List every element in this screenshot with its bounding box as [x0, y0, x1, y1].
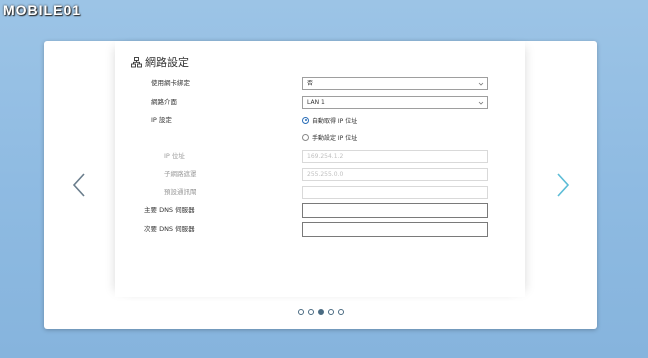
page-dot-2[interactable]: [308, 309, 314, 315]
ip-setting-label: IP 設定: [151, 116, 172, 124]
gateway-label: 預設通訊閘: [164, 188, 197, 196]
chevron-right-icon: [556, 173, 570, 202]
ip-setting-row: IP 設定 自動取得 IP 位址: [44, 113, 597, 127]
ip-setting-row-2: 手動設定 IP 位址: [44, 130, 597, 144]
primary-dns-label: 主要 DNS 伺服器: [144, 206, 195, 214]
ip-address-row: IP 位址 169.254.1.2: [44, 149, 597, 163]
watermark-logo: MOBILE01: [3, 2, 82, 18]
chevron-left-icon: [72, 173, 86, 202]
primary-dns-field[interactable]: [302, 203, 488, 218]
prev-page-button[interactable]: [72, 172, 86, 202]
ip-address-label: IP 位址: [164, 152, 185, 160]
interface-row: 網路介面 LAN 1: [44, 95, 597, 109]
interface-label: 網路介面: [151, 98, 177, 106]
radio-manual-ip[interactable]: 手動設定 IP 位址: [302, 131, 357, 143]
page-dot-4[interactable]: [328, 309, 334, 315]
radio-unselected-icon: [302, 133, 309, 141]
page-dot-5[interactable]: [338, 309, 344, 315]
secondary-dns-label: 次要 DNS 伺服器: [144, 225, 195, 233]
ip-address-field[interactable]: 169.254.1.2: [302, 150, 488, 163]
chevron-down-icon: [478, 80, 484, 91]
secondary-dns-field[interactable]: [302, 222, 488, 237]
gateway-row: 預設通訊閘: [44, 185, 597, 199]
radio-selected-icon: [302, 116, 309, 124]
bind-nic-label: 使用網卡綁定: [151, 79, 190, 87]
page-dot-3[interactable]: [318, 309, 324, 315]
network-icon: [131, 56, 142, 68]
pagination: [298, 309, 344, 315]
interface-select[interactable]: LAN 1: [302, 96, 488, 109]
chevron-down-icon: [478, 99, 484, 110]
interface-value: LAN 1: [307, 99, 325, 106]
setup-wizard-panel: 網路設定 使用網卡綁定 否 網路介面 LAN 1 IP 設定 自動取得 IP 位…: [44, 41, 597, 329]
secondary-dns-row: 次要 DNS 伺服器: [44, 222, 597, 237]
next-page-button[interactable]: [556, 172, 570, 202]
page-title: 網路設定: [131, 54, 189, 70]
subnet-mask-field[interactable]: 255.255.0.0: [302, 168, 488, 181]
page-title-text: 網路設定: [145, 56, 189, 69]
primary-dns-row: 主要 DNS 伺服器: [44, 203, 597, 218]
gateway-field[interactable]: [302, 186, 488, 199]
page-dot-1[interactable]: [298, 309, 304, 315]
radio-auto-ip-label: 自動取得 IP 位址: [312, 117, 358, 125]
subnet-mask-label: 子網路遮罩: [164, 170, 197, 178]
bind-nic-row: 使用網卡綁定 否: [44, 76, 597, 90]
bind-nic-select[interactable]: 否: [302, 77, 488, 90]
subnet-mask-row: 子網路遮罩 255.255.0.0: [44, 167, 597, 181]
radio-manual-ip-label: 手動設定 IP 位址: [312, 134, 358, 142]
radio-auto-ip[interactable]: 自動取得 IP 位址: [302, 114, 357, 126]
bind-nic-value: 否: [307, 80, 314, 87]
